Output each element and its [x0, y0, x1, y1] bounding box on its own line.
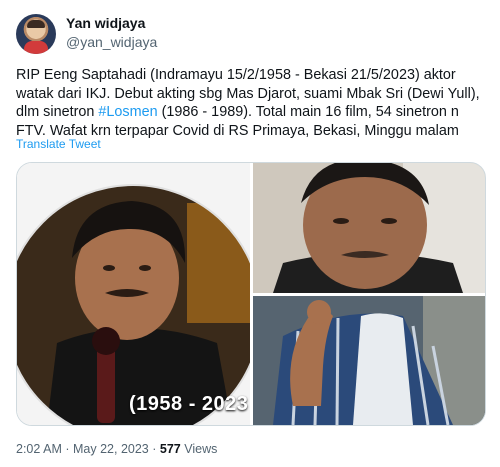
photo-memorial-portrait[interactable]: [17, 163, 250, 425]
views-count: 577: [159, 442, 181, 456]
memorial-year-label: (1958 - 2023: [129, 393, 249, 415]
tweet-time[interactable]: 2:02 AM: [16, 442, 62, 456]
author-name[interactable]: Yan widjaya: [66, 15, 145, 31]
meta-separator-2: ·: [152, 442, 157, 456]
striped-shirt-illustration: [253, 296, 485, 425]
portrait-illustration: [17, 163, 250, 425]
author-handle[interactable]: @yan_widjaya: [66, 34, 157, 50]
tweet-metadata: 2:02 AM · May 22, 2023 · 577 Views: [16, 442, 217, 456]
tweet-text: RIP Eeng Saptahadi (Indramayu 15/2/1958 …: [16, 66, 486, 140]
tweet-card: Yan widjaya @yan_widjaya RIP Eeng Saptah…: [0, 0, 500, 467]
hashtag-link[interactable]: #Losmen: [98, 104, 157, 120]
avatar-shirt: [24, 41, 48, 54]
photo-striped-shirt[interactable]: [253, 296, 485, 425]
translate-tweet-link[interactable]: Translate Tweet: [16, 137, 101, 151]
author-avatar[interactable]: [16, 14, 56, 54]
views-label: Views: [184, 442, 218, 456]
media-grid: (1958 - 2023: [16, 162, 486, 426]
photo-close-up-face[interactable]: [253, 163, 485, 293]
tweet-date[interactable]: May 22, 2023: [73, 442, 149, 456]
meta-separator: ·: [65, 442, 70, 456]
avatar-hair: [27, 20, 45, 28]
close-up-illustration: [253, 163, 485, 293]
